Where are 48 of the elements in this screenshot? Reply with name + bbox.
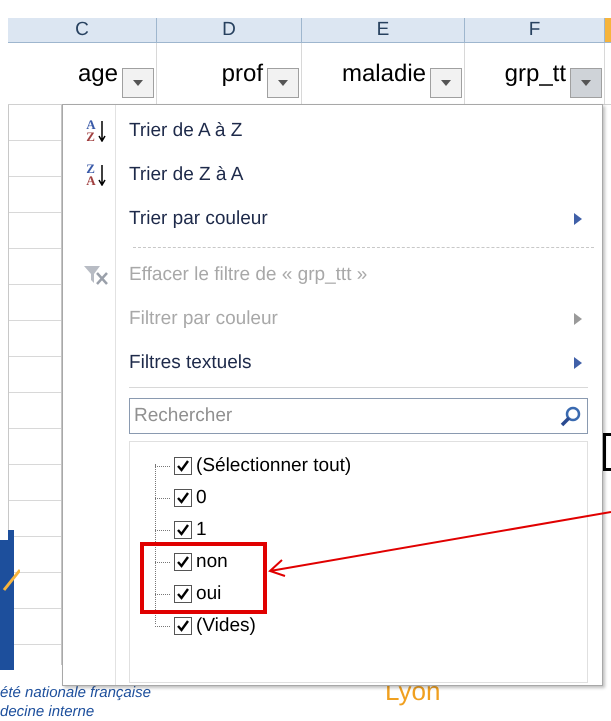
checkbox[interactable] [174,489,192,507]
filter-dropdown-button[interactable] [430,68,462,98]
menu-item-label: Effacer le filtre de « grp_ttt » [129,262,368,287]
menu-item-label: Trier de Z à A [129,162,244,187]
logo-icon [0,530,20,670]
society-name-line: decine interne [0,702,96,721]
value-label: (Sélectionner tout) [196,454,352,478]
value-label: 0 [196,486,207,510]
column-header-edge [605,18,611,42]
column-letter: C [8,18,157,42]
caret-icon [278,80,288,86]
filter-dropdown-button[interactable] [122,68,154,98]
column-letter: D [157,18,302,42]
checkbox[interactable] [174,553,192,571]
menu-item-label: Trier par couleur [129,206,269,231]
header-text: grp_tt [504,58,566,88]
search-field[interactable]: Rechercher [129,398,588,434]
menu-item[interactable]: Trier par couleur [63,197,602,241]
filter-dropdown-button[interactable] [570,68,602,98]
header-text: maladie [342,58,426,88]
value-label: 1 [196,518,207,542]
checkbox[interactable] [174,521,192,539]
submenu-arrow-icon [574,357,582,369]
header-text: prof [222,58,263,88]
menu-item-label: Trier de A à Z [129,118,244,143]
menu-item[interactable]: A Z Trier de A à Z [63,109,602,153]
header-text: age [78,58,118,88]
menu-item[interactable]: Z A Trier de Z à A [63,153,602,197]
submenu-arrow-icon [574,213,582,225]
value-label: (Vides) [196,614,256,638]
caret-icon [133,80,143,86]
search-icon [560,405,582,427]
checkbox[interactable] [174,585,192,603]
caret-icon [581,80,591,86]
menu-item[interactable]: Filtres textuels [63,341,602,385]
clear-filter-icon [83,264,109,286]
filter-dropdown-button[interactable] [267,68,299,98]
checkbox[interactable] [174,617,192,635]
menu-item-label: Filtres textuels [129,350,252,375]
column-letter: E [302,18,465,42]
submenu-arrow-icon [574,313,582,325]
value-label: non [196,550,228,574]
menu-item-label: Filtrer par couleur [129,306,279,331]
caret-icon [441,80,451,86]
checkbox[interactable] [174,457,192,475]
value-label: oui [196,582,222,606]
society-name-line: été nationale française [0,683,151,702]
city-label: Lyon [385,676,440,706]
